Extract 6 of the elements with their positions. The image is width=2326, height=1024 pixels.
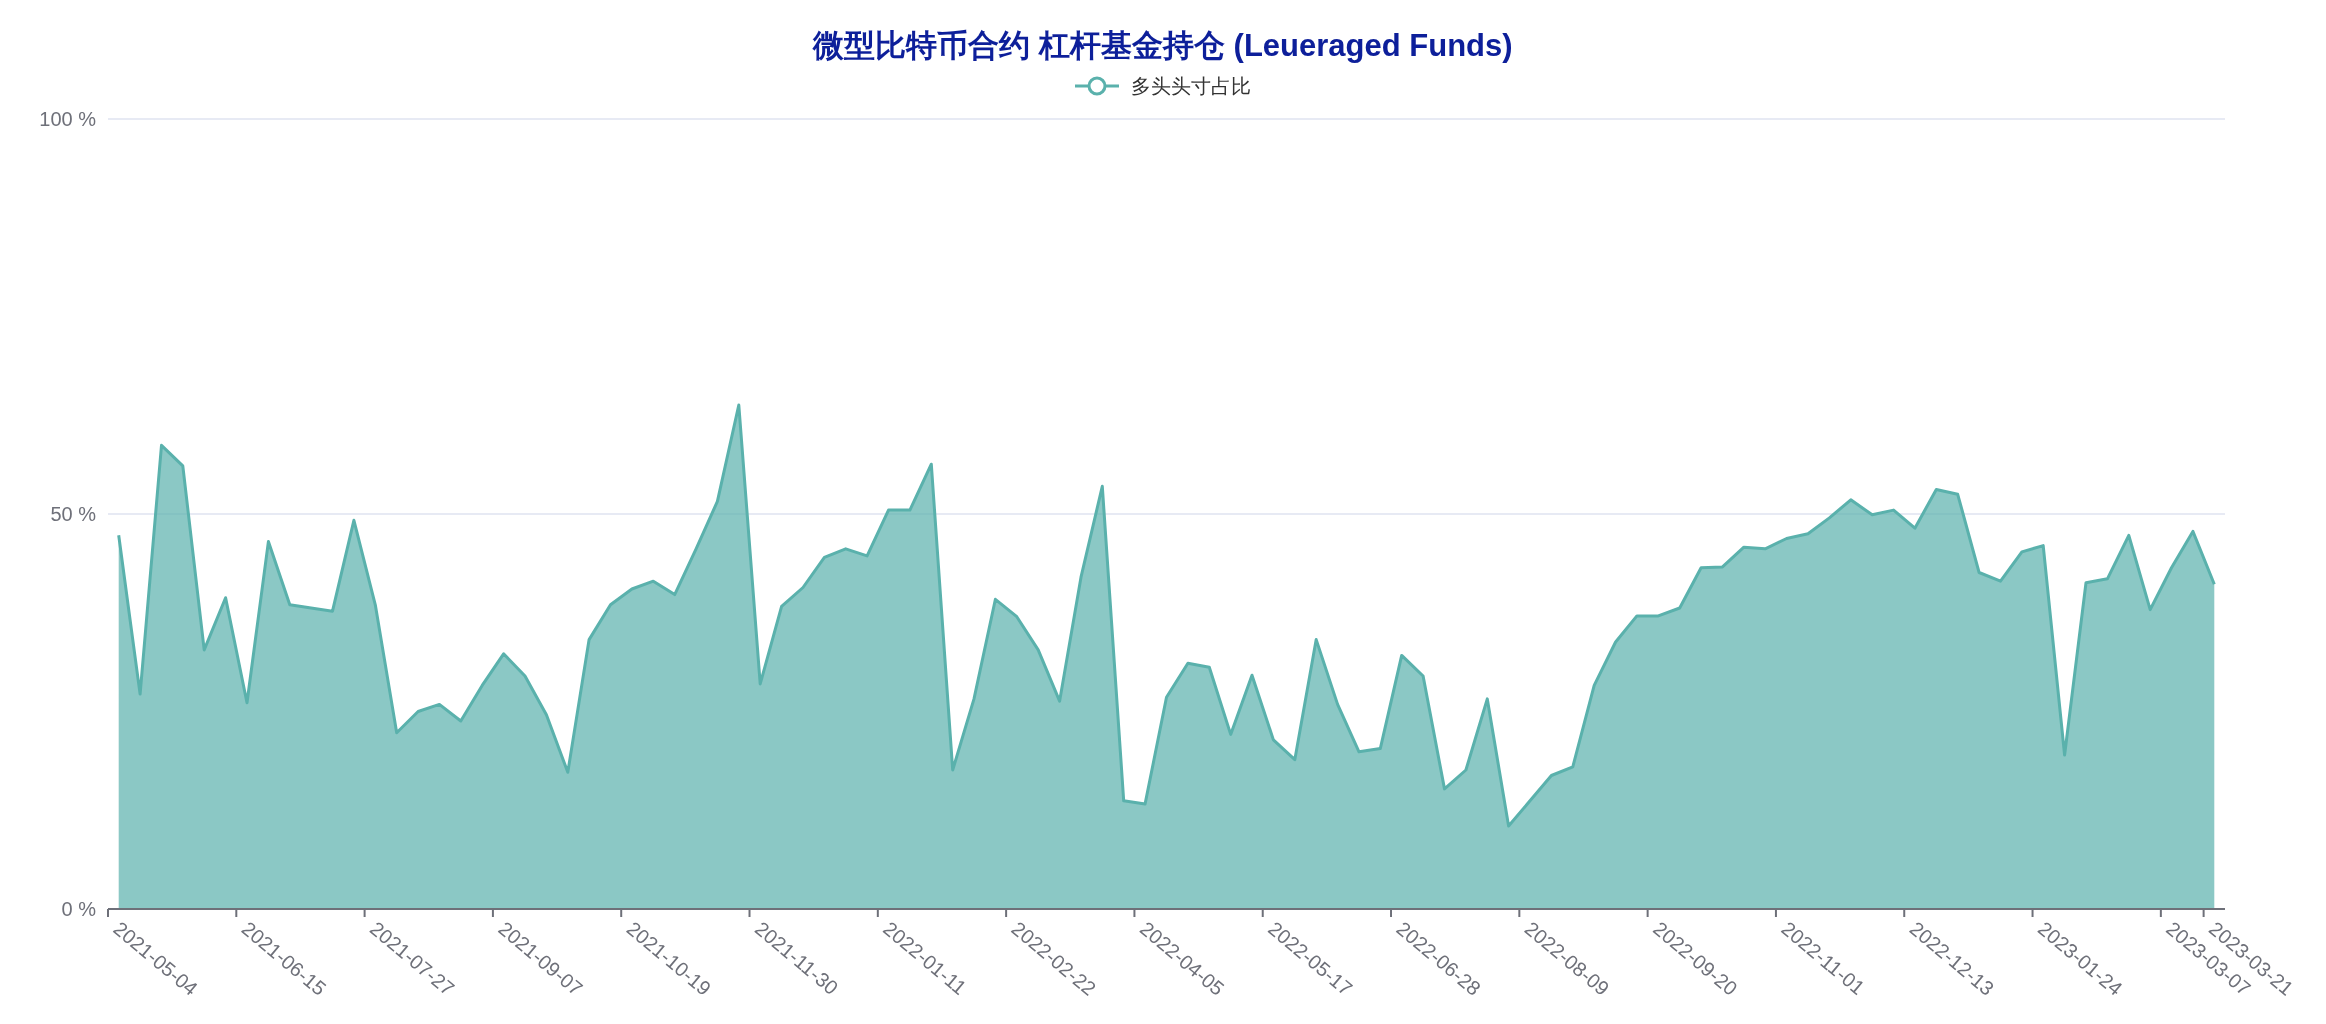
y-axis-label: 100 %	[39, 108, 96, 130]
legend-label[interactable]: 多头头寸占比	[1131, 71, 1251, 101]
y-axis-label: 0 %	[61, 898, 96, 920]
chart-title: 微型比特币合约 杠杆基金持仓 (Leueraged Funds)	[813, 27, 1513, 66]
legend-line-icon[interactable]	[1075, 75, 1119, 97]
y-axis-label: 50 %	[50, 503, 96, 525]
